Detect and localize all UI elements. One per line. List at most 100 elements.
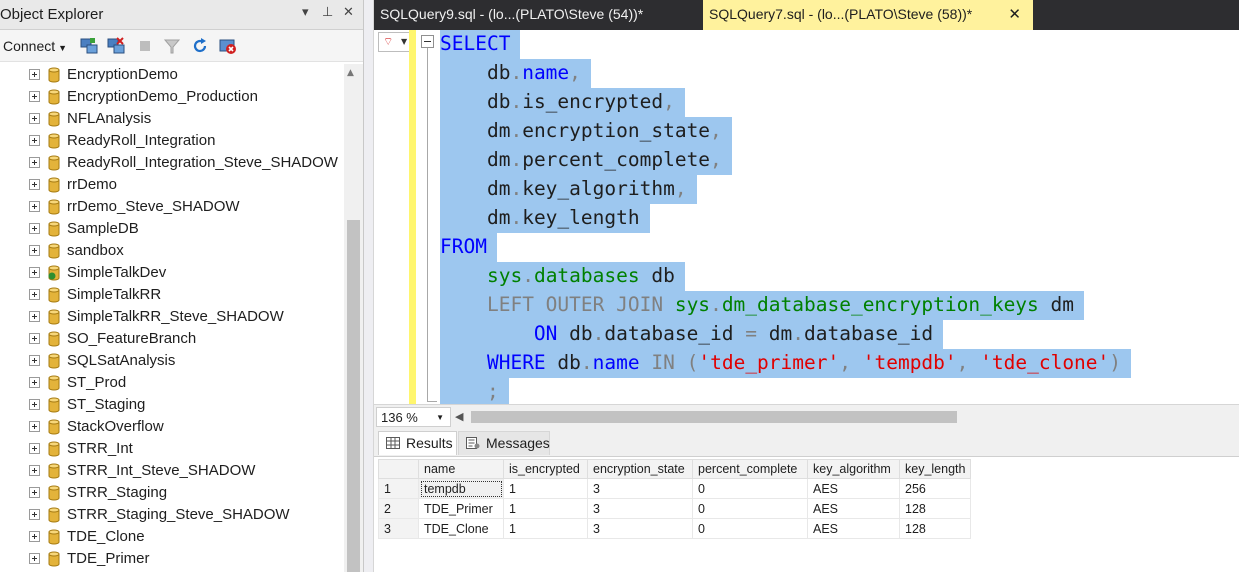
auto-hide-pin-icon[interactable]: ⊥ bbox=[322, 5, 333, 20]
grid-cell[interactable]: 1 bbox=[503, 478, 588, 499]
connect-icon[interactable] bbox=[80, 37, 98, 55]
query-editor[interactable]: ⌔ ▼ SELECT db.name, db.is_encrypted, dm.… bbox=[374, 30, 1239, 404]
scrollbar-thumb[interactable] bbox=[347, 220, 360, 572]
results-grid[interactable]: name is_encrypted encryption_state percent_… bbox=[378, 459, 972, 539]
expand-icon[interactable] bbox=[29, 135, 40, 146]
refresh-icon[interactable] bbox=[191, 37, 209, 55]
column-header[interactable]: name bbox=[418, 459, 504, 479]
code-line[interactable]: db.is_encrypted, bbox=[440, 88, 685, 117]
tab-sqlquery9[interactable]: SQLQuery9.sql - (lo...(PLATO\Steve (54))… bbox=[374, 0, 704, 30]
grid-cell[interactable]: AES bbox=[807, 478, 900, 499]
tree-item-database[interactable]: NFLAnalysis bbox=[0, 108, 344, 130]
code-line[interactable]: dm.percent_complete, bbox=[440, 146, 732, 175]
tab-messages[interactable]: Messages bbox=[458, 431, 550, 455]
grid-cell[interactable]: TDE_Clone bbox=[418, 518, 504, 539]
activity-monitor-icon[interactable] bbox=[219, 37, 237, 55]
grid-cell[interactable]: tempdb bbox=[418, 478, 504, 499]
expand-icon[interactable] bbox=[29, 487, 40, 498]
grid-cell[interactable]: AES bbox=[807, 518, 900, 539]
expand-icon[interactable] bbox=[29, 245, 40, 256]
tree-item-database[interactable]: SimpleTalkRR_Steve_SHADOW bbox=[0, 306, 344, 328]
tree-item-database[interactable]: SQLSatAnalysis bbox=[0, 350, 344, 372]
expand-icon[interactable] bbox=[29, 399, 40, 410]
code-line[interactable]: db.name, bbox=[440, 59, 591, 88]
grid-cell[interactable]: 0 bbox=[692, 498, 808, 519]
tree-item-database[interactable]: TDE_Primer bbox=[0, 548, 344, 570]
row-number[interactable]: 1 bbox=[378, 478, 419, 499]
grid-cell[interactable]: 1 bbox=[503, 518, 588, 539]
expand-icon[interactable] bbox=[29, 267, 40, 278]
expand-icon[interactable] bbox=[29, 465, 40, 476]
grid-cell[interactable]: 128 bbox=[898, 498, 972, 519]
expand-icon[interactable] bbox=[29, 333, 40, 344]
column-header[interactable]: is_encrypted bbox=[503, 459, 588, 479]
code-line[interactable]: SELECT bbox=[440, 30, 521, 59]
column-header[interactable]: percent_complete bbox=[692, 459, 808, 479]
expand-icon[interactable] bbox=[29, 531, 40, 542]
expand-icon[interactable] bbox=[29, 421, 40, 432]
column-header[interactable]: key_length bbox=[898, 459, 972, 479]
code-line[interactable]: ON db.database_id = dm.database_id bbox=[440, 320, 944, 349]
expand-icon[interactable] bbox=[29, 201, 40, 212]
tree-item-database[interactable]: ReadyRoll_Integration_Steve_SHADOW bbox=[0, 152, 344, 174]
column-header[interactable]: key_algorithm bbox=[807, 459, 900, 479]
code-line[interactable]: ; bbox=[440, 378, 509, 404]
grid-cell[interactable]: AES bbox=[807, 498, 900, 519]
tab-results[interactable]: Results bbox=[378, 431, 457, 455]
grid-cell[interactable]: 128 bbox=[898, 518, 972, 539]
expand-icon[interactable] bbox=[29, 289, 40, 300]
tree-item-database[interactable]: EncryptionDemo bbox=[0, 64, 344, 86]
tree-item-database[interactable]: rrDemo_Steve_SHADOW bbox=[0, 196, 344, 218]
expand-icon[interactable] bbox=[29, 311, 40, 322]
grid-cell[interactable]: 1 bbox=[503, 498, 588, 519]
code-line[interactable]: dm.key_algorithm, bbox=[440, 175, 697, 204]
expand-icon[interactable] bbox=[29, 509, 40, 520]
code-line[interactable]: dm.encryption_state, bbox=[440, 117, 732, 146]
disconnect-icon[interactable] bbox=[107, 37, 125, 55]
code-line[interactable]: WHERE db.name IN ('tde_primer', 'tempdb'… bbox=[440, 349, 1132, 378]
close-icon[interactable]: ✕ bbox=[343, 5, 354, 20]
horizontal-scrollbar-thumb[interactable] bbox=[471, 411, 957, 423]
zoom-dropdown[interactable]: 136 % ▼ bbox=[376, 407, 451, 427]
tree-item-database[interactable]: STRR_Int_Steve_SHADOW bbox=[0, 460, 344, 482]
expand-icon[interactable] bbox=[29, 157, 40, 168]
tree-item-database[interactable]: sandbox bbox=[0, 240, 344, 262]
expand-icon[interactable] bbox=[29, 179, 40, 190]
grid-cell[interactable]: 0 bbox=[692, 478, 808, 499]
tree-item-database[interactable]: SampleDB bbox=[0, 218, 344, 240]
scroll-left-icon[interactable]: ◀ bbox=[455, 410, 463, 423]
tree-item-database[interactable]: ST_Staging bbox=[0, 394, 344, 416]
expand-icon[interactable] bbox=[29, 91, 40, 102]
expand-icon[interactable] bbox=[29, 553, 40, 564]
expand-icon[interactable] bbox=[29, 377, 40, 388]
table-row[interactable]: 2 TDE_Primer 1 3 0 AES 128 bbox=[378, 498, 972, 519]
grid-cell[interactable]: 0 bbox=[692, 518, 808, 539]
collapse-block-icon[interactable] bbox=[421, 35, 434, 48]
expand-icon[interactable] bbox=[29, 223, 40, 234]
stop-icon[interactable] bbox=[136, 37, 154, 55]
tree-item-database[interactable]: SimpleTalkRR bbox=[0, 284, 344, 306]
close-tab-icon[interactable]: ✕ bbox=[1008, 5, 1021, 23]
tree-item-database[interactable]: SimpleTalkDev bbox=[0, 262, 344, 284]
code-line[interactable]: sys.databases db bbox=[440, 262, 685, 291]
tree-item-database[interactable]: STRR_Staging bbox=[0, 482, 344, 504]
tree-item-database[interactable]: TDE_Clone bbox=[0, 526, 344, 548]
expand-icon[interactable] bbox=[29, 355, 40, 366]
grid-cell[interactable]: TDE_Primer bbox=[418, 498, 504, 519]
table-row[interactable]: 1 tempdb 1 3 0 AES 256 bbox=[378, 478, 972, 499]
connect-button[interactable]: Connect ▼ bbox=[3, 38, 67, 54]
column-header[interactable]: encryption_state bbox=[587, 459, 693, 479]
expand-icon[interactable] bbox=[29, 443, 40, 454]
code-line[interactable]: FROM bbox=[440, 233, 497, 262]
grid-cell[interactable]: 256 bbox=[898, 478, 972, 499]
tree-item-database[interactable]: ST_Prod bbox=[0, 372, 344, 394]
expand-icon[interactable] bbox=[29, 113, 40, 124]
tree-item-database[interactable]: SO_FeatureBranch bbox=[0, 328, 344, 350]
expand-icon[interactable] bbox=[29, 69, 40, 80]
row-number[interactable]: 2 bbox=[378, 498, 419, 519]
object-explorer-scrollbar[interactable]: ▲ bbox=[344, 64, 363, 572]
grid-cell[interactable]: 3 bbox=[587, 498, 693, 519]
row-number[interactable]: 3 bbox=[378, 518, 419, 539]
tree-item-database[interactable]: StackOverflow bbox=[0, 416, 344, 438]
filter-icon[interactable] bbox=[163, 37, 181, 55]
